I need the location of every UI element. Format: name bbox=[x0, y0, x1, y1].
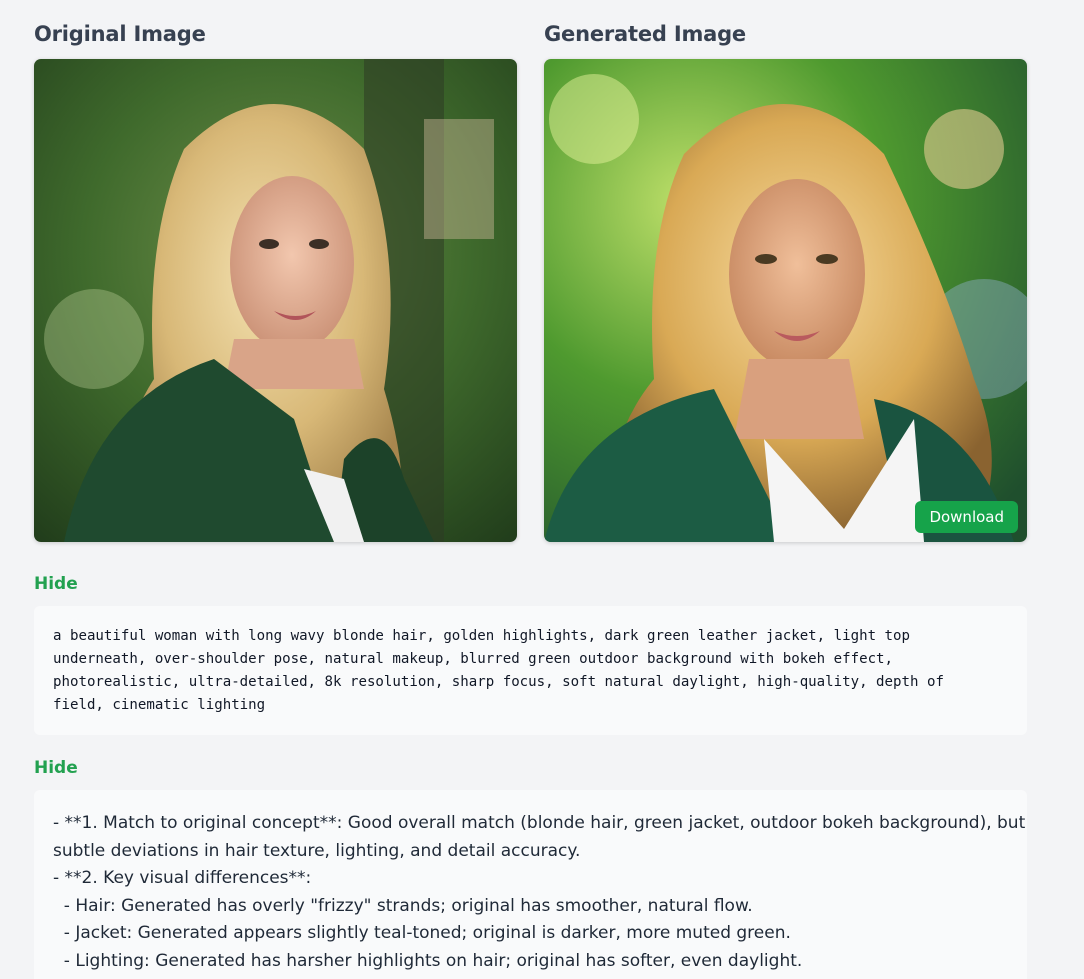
portrait-photo-original-icon bbox=[34, 59, 517, 542]
portrait-photo-generated-icon bbox=[544, 59, 1027, 542]
original-image-title: Original Image bbox=[34, 22, 206, 46]
prompt-box: a beautiful woman with long wavy blonde … bbox=[34, 606, 1027, 735]
generated-image: Download bbox=[544, 59, 1027, 542]
prompt-hide-toggle[interactable]: Hide bbox=[34, 574, 78, 594]
prompt-line: field, cinematic lighting bbox=[53, 697, 266, 713]
original-image bbox=[34, 59, 517, 542]
evaluation-line: subtle deviations in hair texture, light… bbox=[53, 840, 581, 861]
prompt-line: underneath, over-shoulder pose, natural … bbox=[53, 651, 894, 667]
evaluation-hide-toggle[interactable]: Hide bbox=[34, 758, 78, 778]
evaluation-box: - **1. Match to original concept**: Good… bbox=[34, 790, 1027, 979]
evaluation-line: - Lighting: Generated has harsher highli… bbox=[53, 950, 803, 971]
prompt-line: photorealistic, ultra-detailed, 8k resol… bbox=[53, 674, 944, 690]
generated-image-title: Generated Image bbox=[544, 22, 746, 46]
evaluation-line: - Hair: Generated has overly "frizzy" st… bbox=[53, 895, 753, 916]
prompt-line: a beautiful woman with long wavy blonde … bbox=[53, 628, 911, 644]
evaluation-line: - **1. Match to original concept**: Good… bbox=[53, 813, 1026, 833]
comparison-page: Original Image Generated Image Download … bbox=[0, 0, 1084, 979]
evaluation-line: - Jacket: Generated appears slightly tea… bbox=[53, 923, 791, 943]
download-button[interactable]: Download bbox=[915, 501, 1018, 533]
evaluation-line: - **2. Key visual differences**: bbox=[53, 868, 312, 888]
